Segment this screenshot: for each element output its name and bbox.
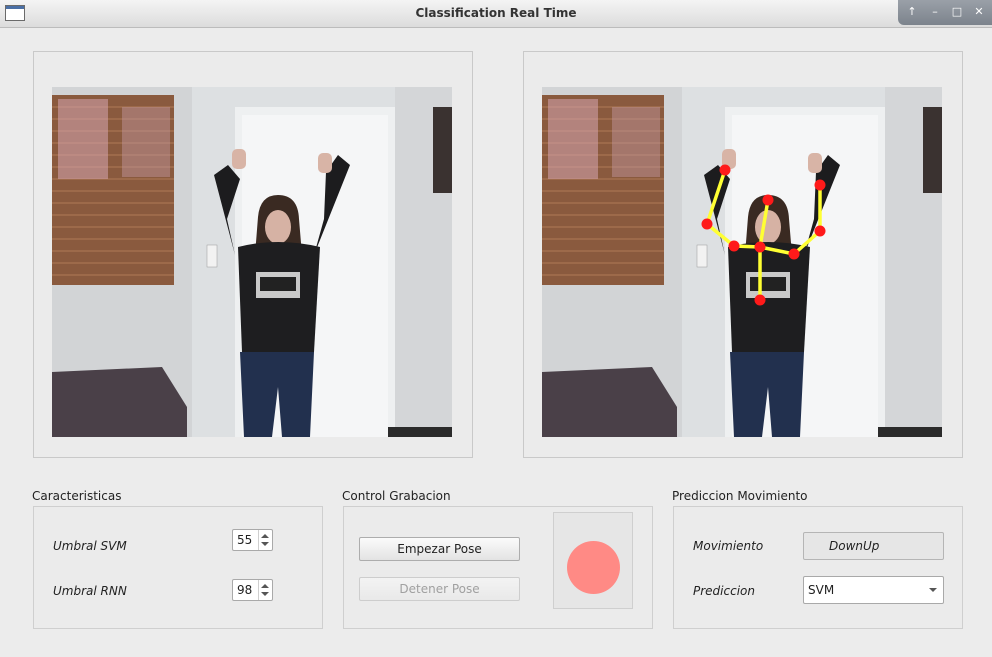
umbral-svm-spinbox[interactable]: 55: [232, 529, 273, 551]
spin-up-icon[interactable]: [261, 534, 269, 538]
umbral-rnn-stepper[interactable]: [258, 580, 272, 600]
umbral-svm-value: 55: [237, 533, 253, 547]
umbral-rnn-spinbox[interactable]: 98: [232, 579, 273, 601]
caracteristicas-title: Caracteristicas: [32, 489, 122, 503]
window-controls: ↑ – □ ✕: [898, 0, 992, 25]
caracteristicas-group: Umbral SVM 55 Umbral RNN 98: [33, 506, 323, 629]
arrow-up-icon[interactable]: ↑: [904, 5, 920, 19]
close-icon[interactable]: ✕: [971, 5, 987, 19]
detener-pose-button[interactable]: Detener Pose: [359, 577, 520, 601]
pose-detection-panel: [523, 51, 963, 458]
prediccion-model-value: SVM: [808, 583, 835, 597]
camera-feed-panel: [33, 51, 473, 458]
recording-indicator-panel: [553, 512, 633, 609]
pose-detection-image: [542, 87, 942, 437]
control-grabacion-group: Empezar Pose Detener Pose: [343, 506, 653, 629]
umbral-rnn-value: 98: [237, 583, 253, 597]
title-bar: Classification Real Time ↑ – □ ✕: [0, 0, 992, 28]
spin-down-icon[interactable]: [261, 592, 269, 596]
camera-feed-image: [52, 87, 452, 437]
prediccion-movimiento-title: Prediccion Movimiento: [672, 489, 808, 503]
window-title: Classification Real Time: [415, 6, 577, 20]
umbral-svm-label: Umbral SVM: [53, 539, 127, 553]
prediccion-model-select[interactable]: SVM: [803, 576, 944, 604]
prediccion-label: Prediccion: [693, 584, 755, 598]
spin-up-icon[interactable]: [261, 584, 269, 588]
movimiento-label: Movimiento: [693, 539, 764, 553]
umbral-svm-stepper[interactable]: [258, 530, 272, 550]
control-grabacion-title: Control Grabacion: [342, 489, 451, 503]
maximize-icon[interactable]: □: [949, 5, 965, 19]
empezar-pose-button[interactable]: Empezar Pose: [359, 537, 520, 561]
movimiento-output: DownUp: [803, 532, 944, 560]
recording-indicator-icon: [567, 541, 620, 594]
spin-down-icon[interactable]: [261, 542, 269, 546]
minimize-icon[interactable]: –: [927, 5, 943, 19]
prediccion-movimiento-group: Movimiento DownUp Prediccion SVM: [673, 506, 963, 629]
umbral-rnn-label: Umbral RNN: [53, 584, 127, 598]
chevron-down-icon[interactable]: [929, 588, 937, 592]
